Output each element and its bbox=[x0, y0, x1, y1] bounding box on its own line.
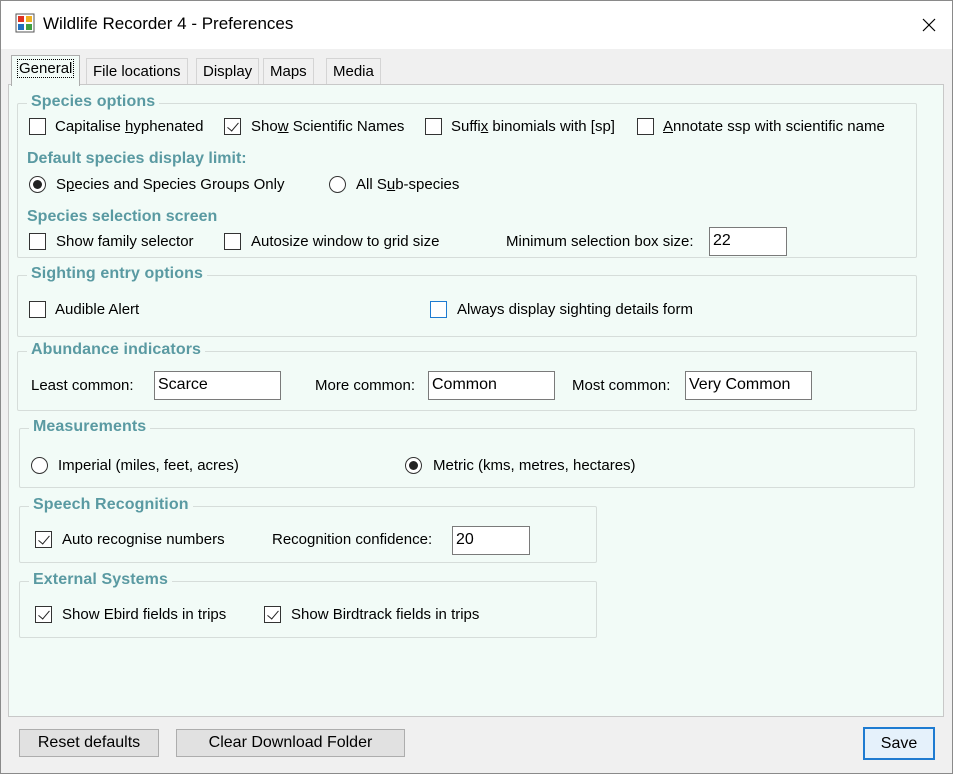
imperial-label[interactable]: Imperial (miles, feet, acres) bbox=[58, 457, 239, 474]
save-button[interactable]: Save bbox=[863, 727, 935, 760]
ebird-label[interactable]: Show Ebird fields in trips bbox=[62, 606, 226, 623]
tab-file-locations[interactable]: File locations bbox=[86, 58, 188, 84]
imperial-radio[interactable] bbox=[31, 457, 48, 474]
preferences-window: Wildlife Recorder 4 - Preferences Genera… bbox=[0, 0, 953, 774]
close-button[interactable] bbox=[906, 1, 952, 49]
show-family-selector-checkbox[interactable] bbox=[29, 233, 46, 250]
min-box-size-input[interactable]: 22 bbox=[709, 227, 787, 256]
always-display-details-label[interactable]: Always display sighting details form bbox=[457, 301, 693, 318]
close-icon bbox=[922, 18, 936, 32]
suffix-binomials-checkbox[interactable] bbox=[425, 118, 442, 135]
tab-general[interactable]: General bbox=[11, 55, 81, 86]
external-title: External Systems bbox=[29, 571, 173, 589]
reset-defaults-button[interactable]: Reset defaults bbox=[19, 729, 159, 757]
all-subspecies-label[interactable]: All Sub-species bbox=[356, 176, 459, 193]
most-common-input[interactable]: Very Common bbox=[685, 371, 812, 400]
min-box-size-label: Minimum selection box size: bbox=[506, 233, 694, 250]
clear-download-folder-button[interactable]: Clear Download Folder bbox=[176, 729, 405, 757]
abundance-title: Abundance indicators bbox=[27, 341, 206, 359]
tab-media[interactable]: Media bbox=[326, 58, 381, 84]
window-title: Wildlife Recorder 4 - Preferences bbox=[43, 14, 294, 33]
all-subspecies-radio[interactable] bbox=[329, 176, 346, 193]
annotate-ssp-label[interactable]: Annotate ssp with scientific name bbox=[663, 118, 885, 135]
autosize-window-checkbox[interactable] bbox=[224, 233, 241, 250]
title-bar[interactable]: Wildlife Recorder 4 - Preferences bbox=[1, 1, 952, 49]
show-scientific-names-label[interactable]: Show Scientific Names bbox=[251, 118, 404, 135]
annotate-ssp-checkbox[interactable] bbox=[637, 118, 654, 135]
most-common-label: Most common: bbox=[572, 377, 671, 394]
autosize-window-label[interactable]: Autosize window to grid size bbox=[251, 233, 439, 250]
capitalise-hyphenated-checkbox[interactable] bbox=[29, 118, 46, 135]
audible-alert-label[interactable]: Audible Alert bbox=[55, 301, 139, 318]
auto-recognise-label[interactable]: Auto recognise numbers bbox=[62, 531, 225, 548]
show-family-selector-label[interactable]: Show family selector bbox=[56, 233, 194, 250]
least-common-input[interactable]: Scarce bbox=[154, 371, 281, 400]
ebird-checkbox[interactable] bbox=[35, 606, 52, 623]
confidence-label: Recognition confidence: bbox=[272, 531, 433, 548]
sighting-entry-title: Sighting entry options bbox=[27, 265, 207, 283]
display-limit-title: Default species display limit: bbox=[27, 150, 251, 168]
suffix-binomials-label[interactable]: Suffix binomials with [sp] bbox=[451, 118, 615, 135]
general-tab-panel: Species options Capitalise hyphenated Sh… bbox=[8, 84, 944, 717]
confidence-input[interactable]: 20 bbox=[452, 526, 530, 555]
tab-display[interactable]: Display bbox=[196, 58, 260, 84]
capitalise-hyphenated-label[interactable]: Capitalise hyphenated bbox=[55, 118, 203, 135]
species-groups-only-label[interactable]: Species and Species Groups Only bbox=[56, 176, 284, 193]
birdtrack-label[interactable]: Show Birdtrack fields in trips bbox=[291, 606, 479, 623]
species-groups-only-radio[interactable] bbox=[29, 176, 46, 193]
least-common-label: Least common: bbox=[31, 377, 134, 394]
measurements-title: Measurements bbox=[29, 418, 151, 436]
metric-label[interactable]: Metric (kms, metres, hectares) bbox=[433, 457, 636, 474]
speech-title: Speech Recognition bbox=[29, 496, 193, 514]
metric-radio[interactable] bbox=[405, 457, 422, 474]
app-icon bbox=[15, 13, 35, 33]
always-display-details-checkbox[interactable] bbox=[430, 301, 447, 318]
more-common-label: More common: bbox=[315, 377, 416, 394]
more-common-input[interactable]: Common bbox=[428, 371, 555, 400]
tab-maps[interactable]: Maps bbox=[263, 58, 314, 84]
show-scientific-names-checkbox[interactable] bbox=[224, 118, 241, 135]
auto-recognise-checkbox[interactable] bbox=[35, 531, 52, 548]
audible-alert-checkbox[interactable] bbox=[29, 301, 46, 318]
selection-screen-title: Species selection screen bbox=[27, 208, 218, 225]
species-options-title: Species options bbox=[27, 93, 160, 111]
birdtrack-checkbox[interactable] bbox=[264, 606, 281, 623]
